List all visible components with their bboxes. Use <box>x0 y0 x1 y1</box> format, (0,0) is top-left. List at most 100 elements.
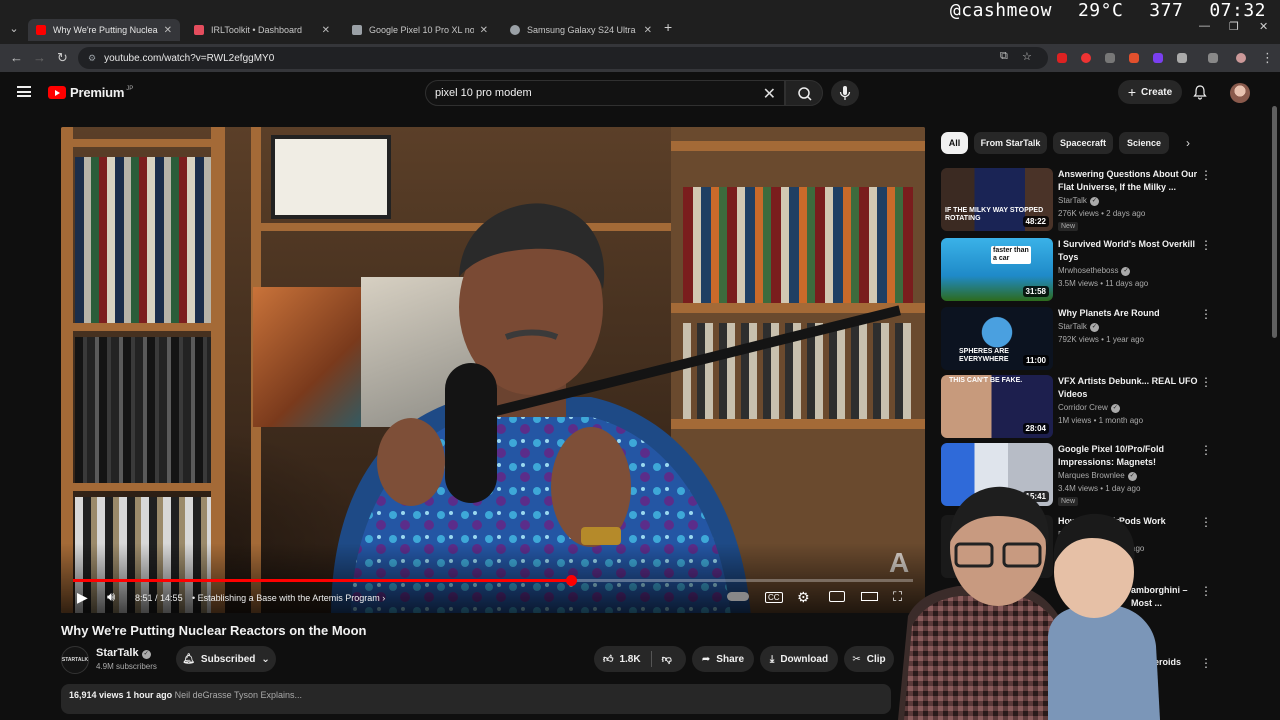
back-icon[interactable]: ← <box>10 50 23 65</box>
rec-meta: 792K views • 1 year ago <box>1058 335 1144 344</box>
recommended-video[interactable]: IF THE MILKY WAY STOPPED ROTATING 48:22 … <box>941 168 1212 232</box>
video-player[interactable]: A ▶ 🔊︎ 8:51 / 14:55 • Establishing a Bas… <box>61 127 925 613</box>
shelf-board <box>61 483 225 491</box>
recommended-video[interactable]: THIS CAN'T BE FAKE. 28:04 VFX Artists De… <box>941 375 1212 439</box>
more-actions-icon[interactable]: ⋮ <box>1200 656 1212 670</box>
play-icon[interactable]: ▶ <box>77 589 88 606</box>
more-actions-icon[interactable]: ⋮ <box>1200 238 1212 252</box>
tab-search-icon[interactable]: ⌄ <box>6 21 22 37</box>
rec-channel: Corridor Crew ✓ <box>1058 403 1120 413</box>
extension-icon[interactable] <box>1057 53 1067 63</box>
clear-search-icon[interactable]: ✕ <box>763 84 776 104</box>
browser-tab-irltoolkit[interactable]: IRLToolkit • Dashboard ✕ <box>186 19 338 41</box>
bookshelf <box>61 127 73 613</box>
rec-title: Google Pixel 10/Pro/Fold Impressions: Ma… <box>1058 444 1165 467</box>
forward-icon[interactable]: → <box>33 50 46 65</box>
browser-menu-icon[interactable]: ⋮ <box>1261 50 1274 66</box>
chip-from-startalk[interactable]: From StarTalk <box>974 132 1047 154</box>
more-actions-icon[interactable]: ⋮ <box>1200 168 1212 182</box>
scrollbar-thumb[interactable] <box>1272 106 1277 338</box>
recommended-video[interactable]: faster than a car 31:58 I Survived World… <box>941 238 1212 302</box>
more-actions-icon[interactable]: ⋮ <box>1200 584 1212 598</box>
channel-avatar[interactable]: STARTALK <box>61 646 89 674</box>
extension-icon[interactable] <box>1129 53 1139 63</box>
progress-bar[interactable] <box>73 575 913 586</box>
chip-spacecraft[interactable]: Spacecraft <box>1053 132 1113 154</box>
site-info-icon[interactable]: ⚙ <box>88 53 96 64</box>
profile-avatar-icon[interactable] <box>1236 53 1246 63</box>
account-avatar[interactable] <box>1230 83 1250 103</box>
create-button[interactable]: + Create <box>1118 80 1182 104</box>
chapter-button[interactable]: • Establishing a Base with the Artemis P… <box>192 593 385 603</box>
share-label: Share <box>716 653 745 665</box>
close-tab-icon[interactable]: ✕ <box>644 25 652 36</box>
close-tab-icon[interactable]: ✕ <box>164 25 172 36</box>
youtube-premium-logo[interactable]: Premium JP <box>48 85 133 100</box>
rec-channel: Marques Brownlee ✓ <box>1058 471 1137 481</box>
extension-icon[interactable] <box>1153 53 1163 63</box>
extensions-puzzle-icon[interactable] <box>1177 53 1187 63</box>
notifications-bell-icon[interactable] <box>1192 84 1208 100</box>
chapter-title: Establishing a Base with the Artemis Pro… <box>197 593 380 603</box>
close-tab-icon[interactable]: ✕ <box>480 25 488 36</box>
install-app-icon[interactable]: ⧉ <box>1000 50 1008 63</box>
page-favicon-icon <box>352 25 362 35</box>
chip-science[interactable]: Science <box>1119 132 1169 154</box>
view-count: 16,914 views <box>69 690 124 700</box>
chevron-right-icon[interactable]: › <box>1186 136 1190 150</box>
search-button[interactable] <box>785 80 823 106</box>
address-bar[interactable]: ⚙ youtube.com/watch?v=RWL2efggMY0 <box>78 47 1048 69</box>
microphone-icon <box>839 86 851 100</box>
download-icon: ⤓ <box>769 653 775 665</box>
like-button[interactable]: 👍︎ 1.8K <box>603 653 641 666</box>
more-actions-icon[interactable]: ⋮ <box>1200 375 1212 389</box>
voice-search-button[interactable] <box>831 80 859 106</box>
rec-channel-name: StarTalk <box>1058 196 1087 205</box>
extension-icon[interactable] <box>1081 53 1091 63</box>
extension-icon[interactable] <box>1105 53 1115 63</box>
autoplay-toggle[interactable] <box>727 592 749 601</box>
more-actions-icon[interactable]: ⋮ <box>1200 515 1212 529</box>
bookmark-star-icon[interactable]: ☆ <box>1022 50 1032 63</box>
browser-tab-youtube[interactable]: Why We're Putting Nuclear Re ✕ <box>28 19 180 41</box>
volume-icon[interactable]: 🔊︎ <box>107 589 115 605</box>
subscribed-button[interactable]: 🔔︎ Subscribed ⌄ <box>176 646 276 672</box>
channel-name[interactable]: StarTalk ✓ <box>96 647 151 659</box>
dislike-button[interactable]: 👎︎ <box>662 653 672 665</box>
video-title: Why We're Putting Nuclear Reactors on th… <box>61 623 367 638</box>
more-actions-icon[interactable]: ⋮ <box>1200 307 1212 321</box>
browser-tab-samsung[interactable]: Samsung Galaxy S24 Ultra Benc ✕ <box>502 19 660 41</box>
chip-label: All <box>948 138 961 148</box>
clip-button[interactable]: ✂ Clip <box>844 646 894 672</box>
chip-all[interactable]: All <box>941 132 968 154</box>
sidebar-panel-icon[interactable] <box>1208 53 1218 63</box>
description-box[interactable]: 16,914 views 1 hour ago Neil deGrasse Ty… <box>61 684 891 714</box>
chip-label: Science <box>1126 138 1162 148</box>
hamburger-menu-icon[interactable] <box>17 86 31 97</box>
subtitles-icon[interactable]: CC <box>765 592 783 603</box>
close-tab-icon[interactable]: ✕ <box>322 25 330 36</box>
reload-icon[interactable]: ↻ <box>57 50 68 66</box>
webcam-overlay <box>898 486 1160 720</box>
video-duration: 11:00 <box>1022 355 1049 366</box>
search-input[interactable]: pixel 10 pro modem ✕ <box>425 80 785 106</box>
new-tab-icon[interactable]: + <box>664 19 672 35</box>
verified-check-icon: ✓ <box>1121 267 1131 276</box>
temperature-readout: 29°C <box>1077 0 1124 21</box>
theater-mode-icon[interactable] <box>861 592 878 601</box>
channel-avatar-text: STARTALK <box>61 657 89 663</box>
settings-gear-icon[interactable]: ⚙ <box>797 589 810 606</box>
recommended-video[interactable]: SPHERES ARE EVERYWHERE 11:00 Why Planets… <box>941 307 1212 371</box>
miniplayer-icon[interactable] <box>829 591 845 602</box>
scissors-icon: ✂ <box>852 653 861 665</box>
share-button[interactable]: ➦ Share <box>692 646 754 672</box>
rec-channel-name: Marques Brownlee <box>1058 471 1125 480</box>
verified-check-icon: ✓ <box>1089 197 1099 206</box>
download-button[interactable]: ⤓ Download <box>760 646 838 672</box>
more-actions-icon[interactable]: ⋮ <box>1200 443 1212 457</box>
url-text: youtube.com/watch?v=RWL2efggMY0 <box>104 52 275 64</box>
browser-tab-pixel[interactable]: Google Pixel 10 Pro XL now sp ✕ <box>344 19 496 41</box>
shelf-board <box>61 323 225 331</box>
current-time: 8:51 <box>135 593 153 603</box>
chip-label: Spacecraft <box>1059 138 1107 148</box>
